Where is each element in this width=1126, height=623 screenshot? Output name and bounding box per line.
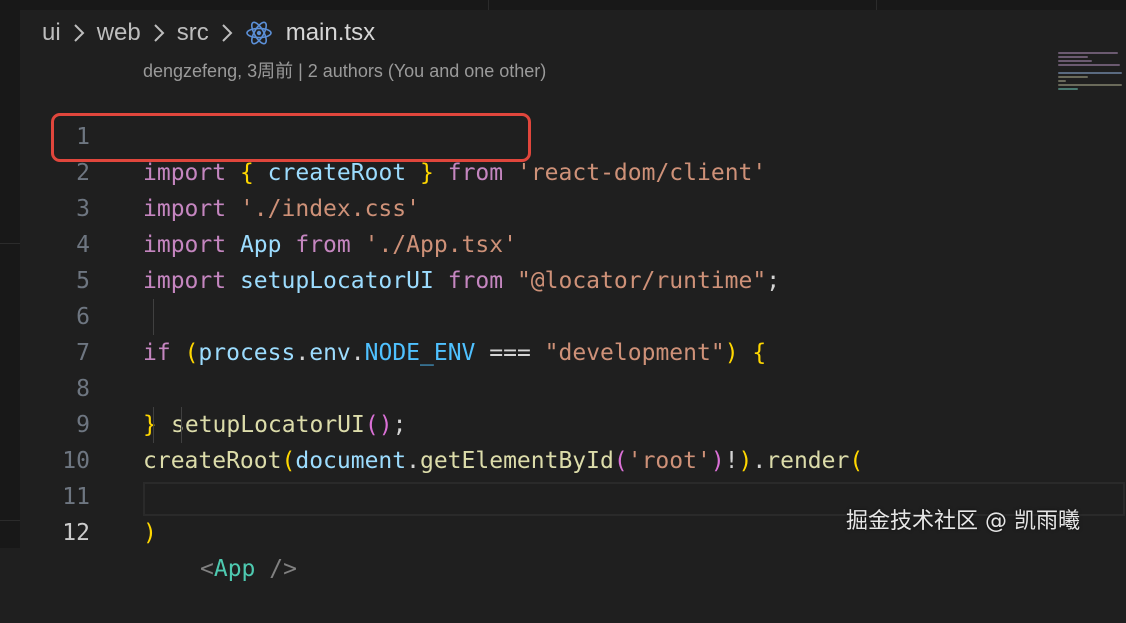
breadcrumb-item-ui[interactable]: ui: [42, 19, 61, 47]
annotation-highlight-box: [51, 113, 531, 162]
code-content: ): [143, 515, 157, 551]
code-line: 5: [0, 227, 1050, 294]
code-content: <App />: [200, 551, 297, 587]
code-line: 11 ): [0, 443, 1050, 546]
breadcrumb-item-web[interactable]: web: [97, 19, 141, 47]
tab-divider: [488, 0, 489, 10]
tag-bracket: <: [200, 556, 214, 582]
line-number: 12: [62, 520, 90, 546]
indent-guide: [153, 299, 154, 335]
code-line: 9 createRoot(document.getElementById('ro…: [0, 371, 1050, 474]
chevron-right-icon: [154, 24, 165, 42]
indent-guide: [153, 407, 154, 443]
breadcrumb-file[interactable]: main.tsx: [286, 19, 375, 47]
paren: ): [143, 520, 157, 546]
tab-divider: [876, 0, 877, 10]
code-line: 10 <App />: [0, 407, 1050, 582]
code-line: 7 setupLocatorUI();: [0, 299, 1050, 438]
minimap[interactable]: [1058, 52, 1124, 102]
watermark: 掘金技术社区 @ 凯雨曦: [846, 509, 1080, 534]
chevron-right-icon: [222, 24, 233, 42]
code-line: 4 import setupLocatorUI from "@locator/r…: [0, 191, 1050, 294]
code-line: 8 }: [0, 335, 1050, 438]
tag-bracket: />: [255, 556, 297, 582]
tab-bar: [0, 0, 1126, 10]
react-icon: [245, 21, 272, 45]
jsx-tag: App: [213, 556, 256, 582]
code-line: 6 if (process.env.NODE_ENV === "developm…: [0, 263, 1050, 366]
chevron-right-icon: [73, 24, 85, 42]
breadcrumb: ui web src main.tsx: [42, 17, 375, 49]
breadcrumb-item-src[interactable]: src: [177, 19, 209, 47]
indent-guide: [181, 407, 182, 443]
git-blame-annotation[interactable]: dengzefeng, 3周前 | 2 authors (You and one…: [143, 57, 546, 83]
